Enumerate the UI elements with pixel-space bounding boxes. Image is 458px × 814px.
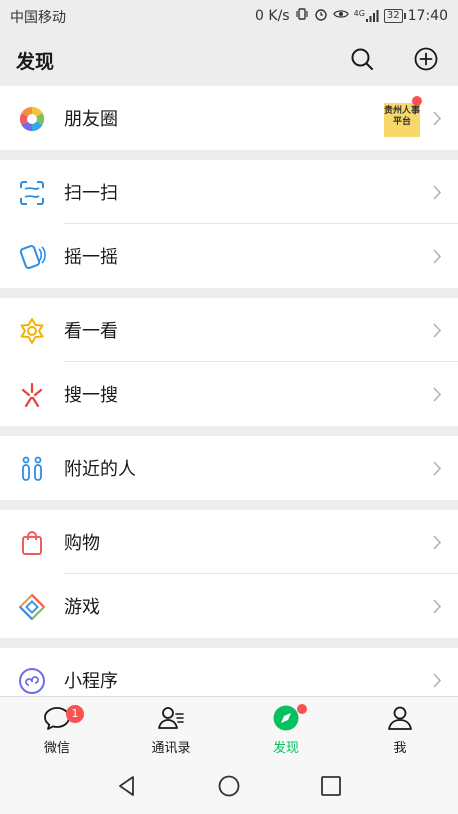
item-label: 朋友圈 — [64, 109, 118, 130]
vibrate-icon — [295, 7, 309, 25]
group-scan-shake: 扫一扫 摇一摇 — [0, 160, 458, 288]
status-bar: 中国移动 0 K/s 4G 32 17:40 — [0, 0, 458, 32]
item-shopping[interactable]: 购物 — [0, 510, 458, 574]
people-nearby-icon — [18, 455, 46, 483]
scan-icon — [18, 179, 46, 207]
chevron-right-icon — [432, 248, 442, 265]
tab-label: 通讯录 — [151, 741, 191, 756]
item-scan[interactable]: 扫一扫 — [0, 160, 458, 224]
shopping-bag-icon — [18, 529, 46, 557]
chevron-right-icon — [432, 386, 442, 403]
moments-icon — [18, 105, 46, 133]
item-label: 游戏 — [64, 597, 100, 618]
signal-icon: 4G — [354, 9, 379, 23]
item-label: 看一看 — [64, 321, 118, 342]
moments-thumbnail: 贵州人事平台 — [384, 103, 420, 137]
search-icon[interactable] — [347, 44, 377, 74]
system-nav-bar — [0, 758, 458, 814]
alarm-icon — [314, 7, 328, 25]
item-moments[interactable]: 朋友圈 贵州人事平台 — [0, 86, 458, 150]
item-search[interactable]: 搜一搜 — [0, 362, 458, 426]
recents-icon[interactable] — [319, 774, 343, 798]
shake-icon — [18, 243, 46, 271]
tab-chats[interactable]: 1 微信 — [0, 697, 114, 759]
item-games[interactable]: 游戏 — [0, 574, 458, 638]
tab-label: 发现 — [272, 741, 299, 756]
title-bar: 发现 — [0, 32, 458, 86]
add-icon[interactable] — [411, 44, 441, 74]
home-icon[interactable] — [217, 774, 241, 798]
games-icon — [18, 593, 46, 621]
item-label: 摇一摇 — [64, 247, 118, 268]
search-spark-icon — [18, 381, 46, 409]
item-label: 购物 — [64, 533, 100, 554]
moments-red-dot — [412, 96, 422, 106]
item-label: 小程序 — [64, 671, 118, 692]
chevron-right-icon — [432, 460, 442, 477]
tab-label: 微信 — [43, 741, 70, 756]
chevron-right-icon — [432, 598, 442, 615]
tab-contacts[interactable]: 通讯录 — [114, 697, 228, 759]
battery-indicator: 32 — [383, 9, 406, 23]
network-speed: 0 K/s — [255, 8, 290, 24]
unread-badge: 1 — [66, 705, 84, 723]
carrier-name: 中国移动 — [10, 10, 66, 26]
item-label: 附近的人 — [64, 459, 136, 480]
group-nearby: 附近的人 — [0, 436, 458, 500]
group-shop-games: 购物 游戏 — [0, 510, 458, 638]
page-title: 发现 — [16, 51, 55, 73]
eye-icon — [332, 7, 349, 25]
chevron-right-icon — [432, 184, 442, 201]
chevron-right-icon — [432, 322, 442, 339]
discover-red-dot — [297, 704, 307, 714]
group-look-search: 看一看 搜一搜 — [0, 298, 458, 426]
item-label: 搜一搜 — [64, 385, 118, 406]
status-indicators: 0 K/s 4G 32 17:40 — [255, 7, 448, 25]
item-top-stories[interactable]: 看一看 — [0, 298, 458, 362]
tab-label: 我 — [393, 741, 407, 756]
item-shake[interactable]: 摇一摇 — [0, 224, 458, 288]
mini-program-icon — [18, 667, 46, 695]
group-moments: 朋友圈 贵州人事平台 — [0, 86, 458, 150]
person-icon — [385, 703, 415, 733]
tab-bar: 1 微信 通讯录 发现 我 — [0, 696, 458, 758]
item-people-nearby[interactable]: 附近的人 — [0, 436, 458, 500]
tab-discover[interactable]: 发现 — [229, 697, 343, 759]
tab-me[interactable]: 我 — [343, 697, 457, 759]
network-type: 4G — [353, 9, 365, 18]
chevron-right-icon — [432, 534, 442, 551]
clock: 17:40 — [407, 8, 448, 24]
chevron-right-icon — [432, 110, 442, 127]
contacts-icon — [156, 703, 186, 733]
chevron-right-icon — [432, 672, 442, 689]
top-stories-icon — [18, 317, 46, 345]
back-icon[interactable] — [115, 774, 139, 798]
item-label: 扫一扫 — [64, 183, 118, 204]
